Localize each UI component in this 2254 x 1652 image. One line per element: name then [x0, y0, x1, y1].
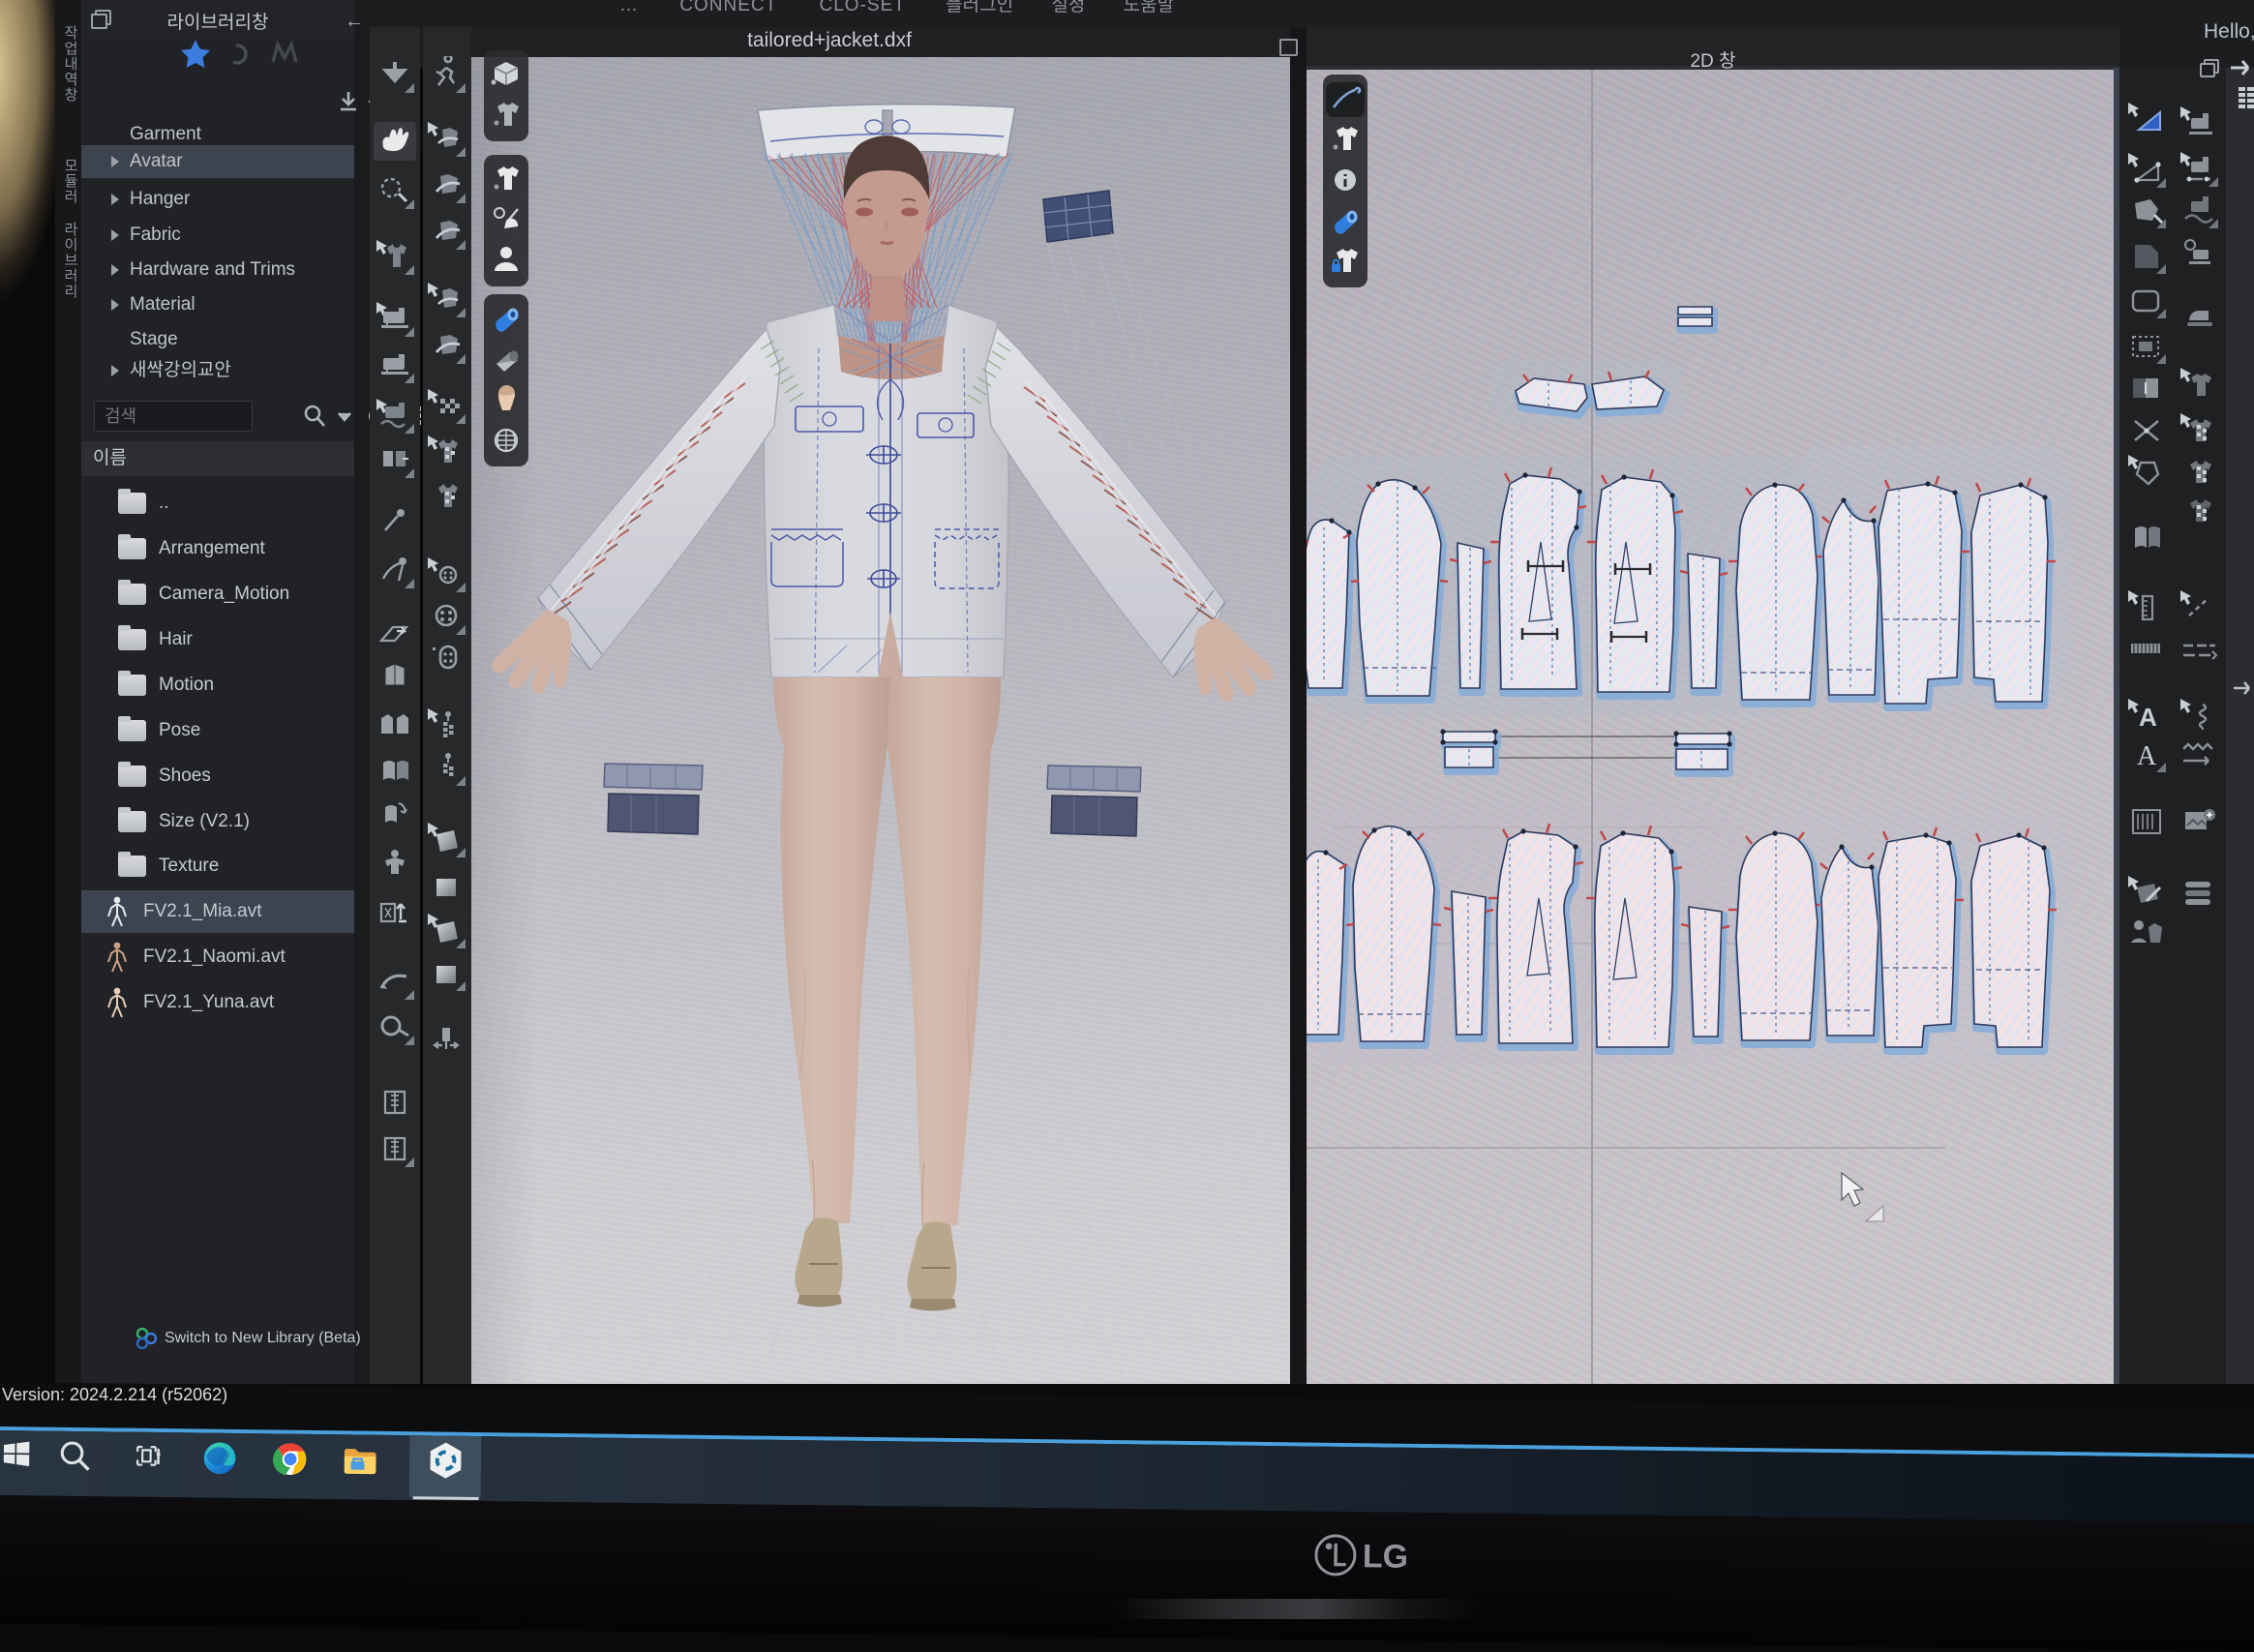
svg-text:A: A	[2137, 741, 2157, 771]
svg-text:A: A	[2139, 703, 2157, 732]
svg-text:LG: LG	[1363, 1538, 1409, 1576]
